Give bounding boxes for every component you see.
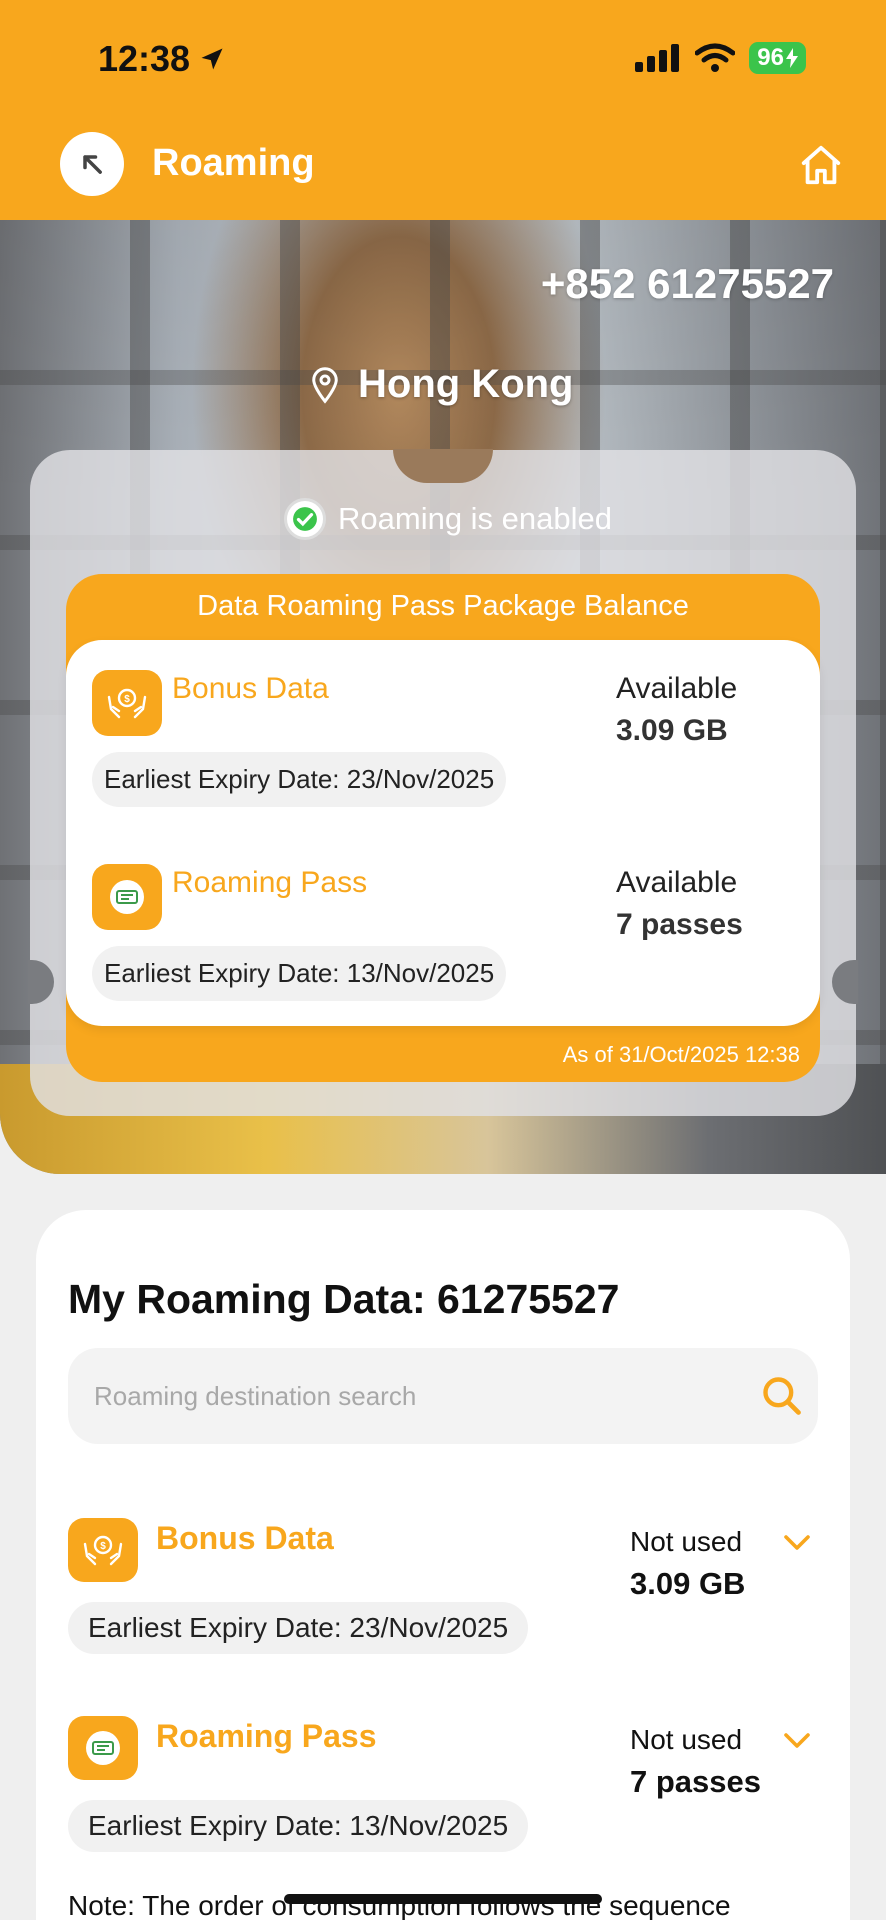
wifi-icon xyxy=(695,43,736,72)
data-item-expiry: Earliest Expiry Date: 13/Nov/2025 xyxy=(68,1800,529,1852)
chevron-down-icon[interactable] xyxy=(780,1528,814,1558)
chevron-down-icon[interactable] xyxy=(780,1726,814,1756)
my-roaming-data-card: My Roaming Data: 61275527 $ Bonus Data E… xyxy=(36,1210,850,1920)
money-hands-icon: $ xyxy=(68,1518,138,1582)
roaming-enabled-status: Roaming is enabled xyxy=(284,498,612,540)
map-pin-icon xyxy=(312,366,338,404)
balance-as-of: As of 31/Oct/2025 12:38 xyxy=(562,1042,800,1067)
data-item-status: Not used xyxy=(630,1526,743,1557)
back-arrow-icon xyxy=(83,155,102,174)
money-hands-icon: $ xyxy=(92,670,162,736)
status-time: 12:38 xyxy=(98,38,226,80)
app-header: 12:38 96 Roaming xyxy=(0,0,886,220)
data-item-name: Bonus Data xyxy=(156,1520,334,1556)
balance-item-name: Bonus Data xyxy=(172,672,329,705)
balance-item-value: 3.09 GB xyxy=(616,714,728,747)
balance-item-available-label: Available xyxy=(616,866,738,899)
balance-item-value: 7 passes xyxy=(616,908,743,941)
roaming-enabled-text: Roaming is enabled xyxy=(338,501,613,536)
svg-text:$: $ xyxy=(100,1541,106,1552)
data-item-expiry: Earliest Expiry Date: 23/Nov/2025 xyxy=(68,1602,529,1654)
back-button[interactable] xyxy=(60,132,124,196)
svg-text:$: $ xyxy=(124,694,130,705)
balance-item-bonus-data: $ Bonus Data Earliest Expiry Date: 23/No… xyxy=(66,670,820,850)
page-title: Roaming xyxy=(152,142,315,184)
ticket-icon xyxy=(68,1716,138,1780)
status-time-text: 12:38 xyxy=(98,38,191,79)
balance-item-expiry: Earliest Expiry Date: 23/Nov/2025 xyxy=(92,752,507,807)
check-icon xyxy=(284,498,326,540)
destination-search xyxy=(68,1348,818,1444)
data-item-status: Not used xyxy=(630,1724,743,1755)
status-bar: 12:38 96 xyxy=(0,0,886,110)
home-indicator[interactable] xyxy=(284,1894,602,1904)
battery-indicator: 96 xyxy=(749,42,806,74)
home-icon xyxy=(801,145,841,185)
home-button[interactable] xyxy=(792,136,850,194)
balance-panel: Data Roaming Pass Package Balance $ Bonu… xyxy=(66,574,820,1082)
location-label: Hong Kong xyxy=(310,362,574,407)
phone-number: +852 61275527 xyxy=(540,260,834,307)
balance-title: Data Roaming Pass Package Balance xyxy=(197,590,689,622)
nav-bar: Roaming xyxy=(0,128,886,200)
ticket-icon xyxy=(92,864,162,930)
balance-item-roaming-pass: Roaming Pass Earliest Expiry Date: 13/No… xyxy=(66,864,820,1044)
data-item-value: 7 passes xyxy=(630,1764,761,1799)
data-item-bonus-data[interactable]: $ Bonus Data Earliest Expiry Date: 23/No… xyxy=(68,1518,818,1678)
status-icons: 96 xyxy=(635,42,806,74)
balance-item-expiry: Earliest Expiry Date: 13/Nov/2025 xyxy=(92,946,507,1001)
search-icon[interactable] xyxy=(760,1374,804,1418)
location-name: Hong Kong xyxy=(358,362,574,406)
balance-list: $ Bonus Data Earliest Expiry Date: 23/No… xyxy=(66,640,820,1026)
charging-bolt-icon xyxy=(786,48,798,68)
location-arrow-icon xyxy=(201,48,223,70)
cellular-signal-icon xyxy=(635,44,680,72)
battery-level: 96 xyxy=(757,44,784,71)
search-input[interactable] xyxy=(94,1348,734,1444)
balance-item-available-label: Available xyxy=(616,672,738,705)
my-roaming-data-title: My Roaming Data: 61275527 xyxy=(68,1276,620,1322)
data-item-roaming-pass[interactable]: Roaming Pass Earliest Expiry Date: 13/No… xyxy=(68,1716,818,1876)
data-item-value: 3.09 GB xyxy=(630,1566,746,1601)
data-item-name: Roaming Pass xyxy=(156,1718,377,1754)
balance-item-name: Roaming Pass xyxy=(172,866,368,899)
